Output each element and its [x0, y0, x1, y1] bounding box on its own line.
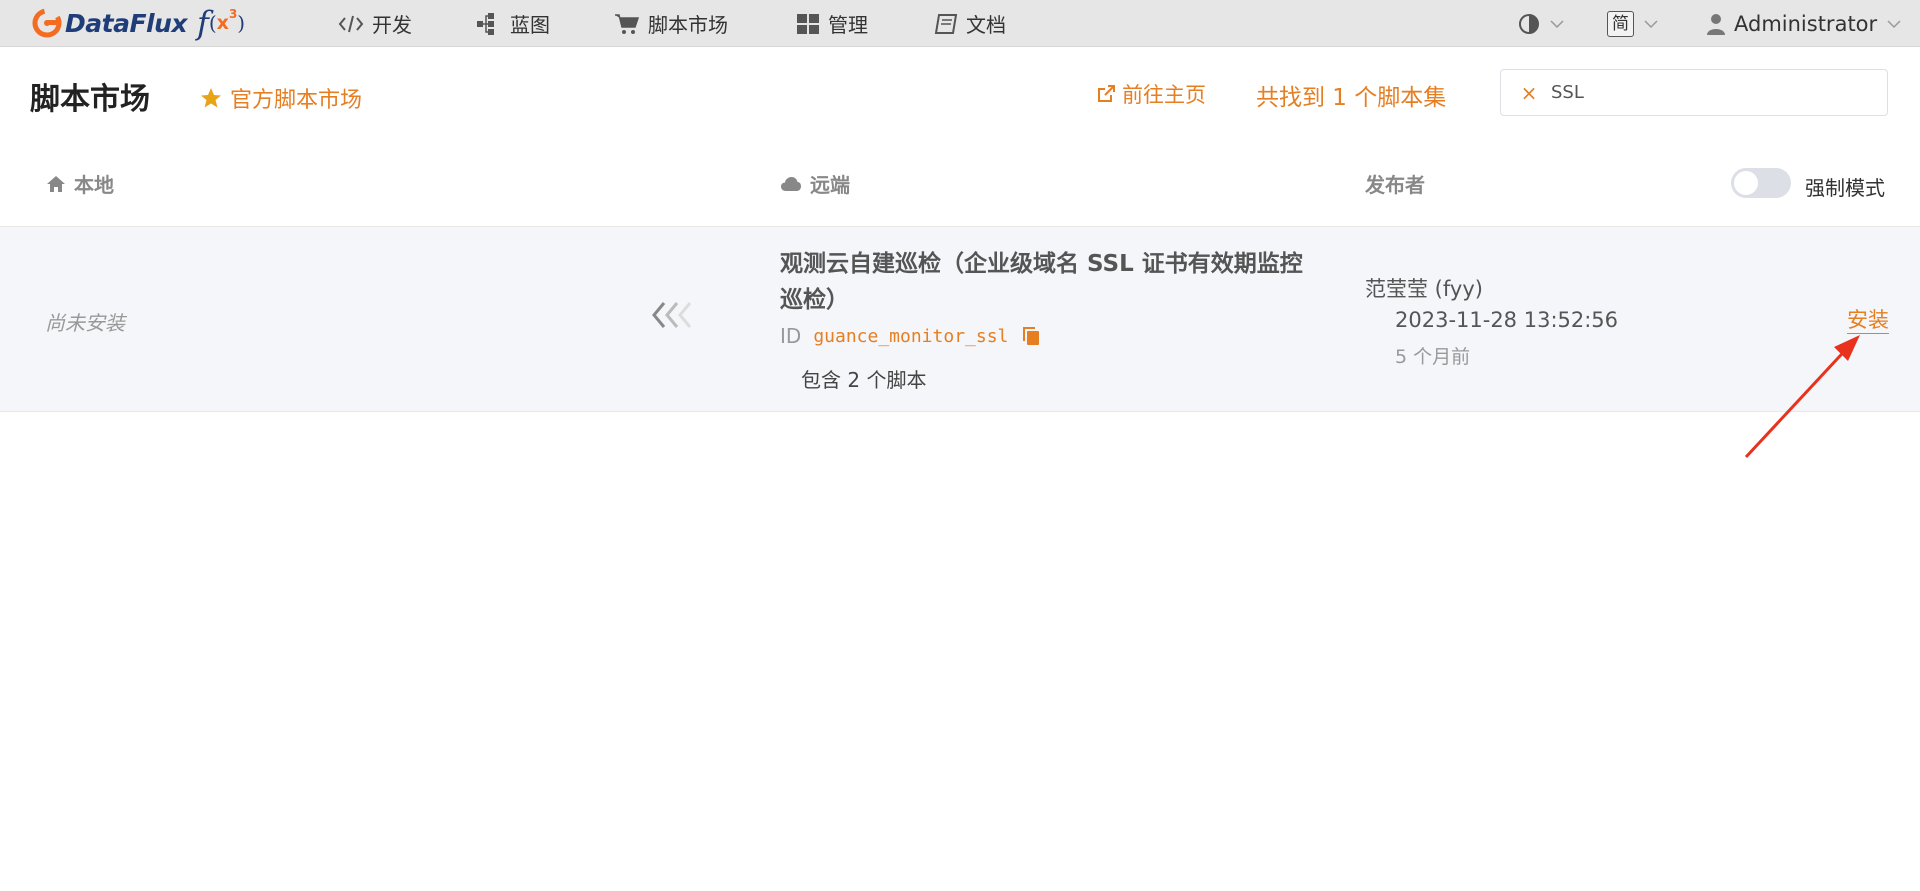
- nav-item-manage[interactable]: 管理: [796, 0, 868, 47]
- official-market-link[interactable]: 官方脚本市场: [200, 82, 362, 114]
- home-icon: [47, 175, 65, 192]
- nav-label-develop: 开发: [372, 13, 412, 37]
- nav-item-develop[interactable]: 开发: [338, 0, 412, 47]
- script-count: 包含 2 个脚本: [801, 368, 927, 392]
- blueprint-icon: [477, 12, 494, 35]
- language-badge: 简: [1607, 10, 1634, 37]
- nav-item-docs[interactable]: 文档: [934, 0, 1006, 47]
- toggle-knob: [1734, 171, 1758, 195]
- search-input[interactable]: [1551, 82, 1871, 103]
- nav-label-docs: 文档: [966, 13, 1006, 37]
- logo-paren-close: ): [237, 11, 246, 35]
- book-icon: [934, 13, 958, 34]
- force-mode-toggle[interactable]: [1731, 168, 1791, 198]
- chevron-down-icon: [1644, 19, 1658, 28]
- force-mode-label: 强制模式: [1805, 176, 1885, 200]
- nav-label-blueprint: 蓝图: [510, 13, 550, 37]
- logo-fx: f: [197, 4, 209, 42]
- column-header-remote: 远端: [780, 169, 850, 198]
- app-logo[interactable]: DataFlux f ( x 3 ): [32, 5, 245, 41]
- copy-icon[interactable]: [1022, 326, 1040, 346]
- id-value: guance_monitor_ssl: [813, 325, 1009, 347]
- column-local-label: 本地: [74, 173, 114, 197]
- nav-item-script-market[interactable]: 脚本市场: [614, 0, 728, 47]
- id-label: ID: [780, 324, 802, 348]
- script-set-title: 观测云自建巡检（企业级域名 SSL 证书有效期监控巡检）: [780, 251, 1303, 313]
- goto-home-label: 前往主页: [1122, 83, 1206, 107]
- column-remote-label: 远端: [810, 173, 850, 197]
- nav-item-blueprint[interactable]: 蓝图: [476, 0, 550, 47]
- code-icon: [338, 15, 364, 32]
- top-nav-bar: DataFlux f ( x 3 ) 开发 蓝图 脚本市场 管理 文档 简 Ad…: [0, 0, 1920, 47]
- publisher-name: 范莹莹 (fyy): [1365, 277, 1483, 301]
- annotation-arrow-icon: [1744, 335, 1860, 459]
- publish-time: 2023-11-28 13:52:56: [1395, 308, 1619, 332]
- pull-arrows-icon: [652, 302, 692, 328]
- app-name: DataFlux: [65, 8, 188, 38]
- cart-icon: [615, 13, 640, 34]
- user-icon: [1707, 13, 1725, 35]
- publish-relative-time: 5 个月前: [1395, 346, 1471, 368]
- language-switch[interactable]: 简: [1607, 0, 1658, 47]
- result-count: 共找到 1 个脚本集: [1256, 85, 1447, 111]
- column-publisher-label: 发布者: [1365, 173, 1425, 197]
- logo-x: x: [216, 12, 229, 34]
- official-market-label: 官方脚本市场: [230, 88, 363, 113]
- dataflux-logo-icon: [32, 8, 62, 38]
- goto-home-link[interactable]: 前往主页: [1096, 79, 1206, 109]
- local-status: 尚未安装: [45, 311, 125, 335]
- cloud-icon: [781, 176, 801, 191]
- logo-sup: 3: [228, 7, 238, 21]
- column-header-publisher: 发布者: [1365, 169, 1425, 198]
- theme-switch[interactable]: [1518, 0, 1564, 47]
- logo-paren-open: (: [208, 11, 217, 35]
- script-set-id: ID guance_monitor_ssl: [780, 324, 1040, 348]
- column-header-local: 本地: [46, 169, 114, 198]
- search-box: ×: [1500, 69, 1888, 116]
- chevron-down-icon: [1550, 19, 1564, 28]
- page-title: 脚本市场: [30, 82, 150, 117]
- user-menu[interactable]: Administrator: [1706, 0, 1901, 47]
- nav-label-script-market: 脚本市场: [648, 13, 728, 37]
- nav-label-manage: 管理: [828, 13, 868, 37]
- search-clear-icon[interactable]: ×: [1519, 81, 1539, 105]
- contrast-icon: [1519, 13, 1539, 34]
- chevron-down-icon: [1887, 19, 1901, 28]
- user-name: Administrator: [1734, 11, 1878, 36]
- external-link-icon: [1098, 85, 1115, 102]
- grid-icon: [797, 13, 819, 34]
- star-icon: [201, 88, 221, 108]
